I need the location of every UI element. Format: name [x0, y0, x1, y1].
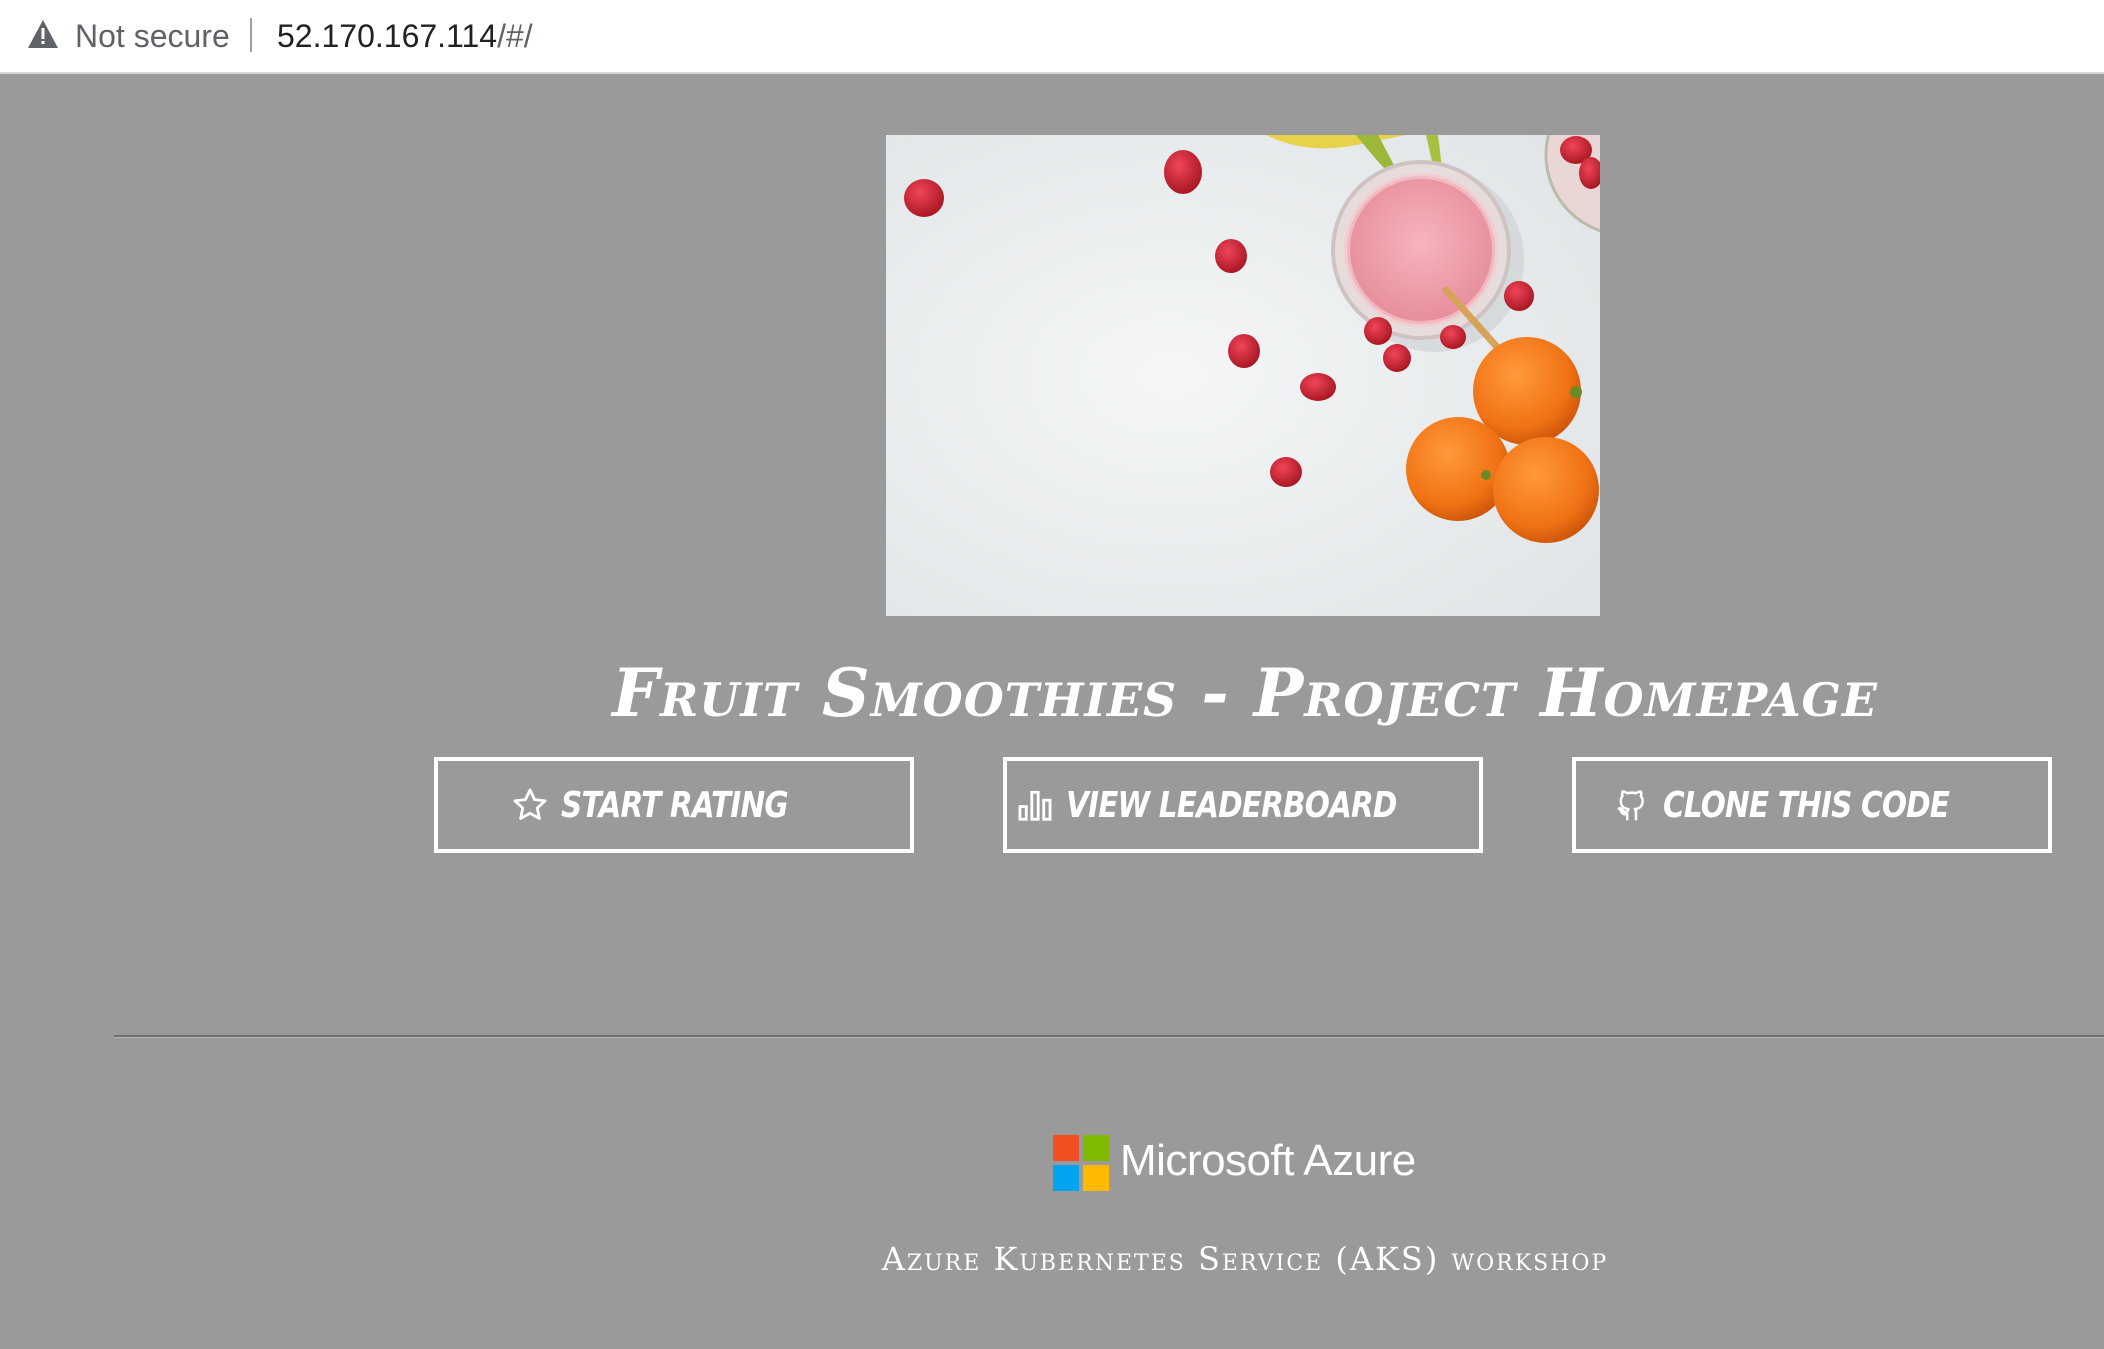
github-icon: [1617, 790, 1644, 821]
microsoft-logo-icon: [1053, 1135, 1109, 1191]
view-leaderboard-button[interactable]: View Leaderboard: [1003, 757, 1483, 853]
section-divider: [114, 1035, 2104, 1038]
workshop-subtitle: Azure Kubernetes Service (AKS) workshop: [881, 1240, 1609, 1278]
start-rating-label: Start Rating: [560, 784, 789, 826]
url-field[interactable]: 52.170.167.114/#/: [277, 16, 533, 56]
page-title: Fruit Smoothies - Project Homepage: [612, 654, 1878, 732]
hero-image: [886, 135, 1600, 616]
clone-code-label: Clone This Code: [1662, 784, 1950, 826]
bar-chart-icon: [1018, 790, 1052, 821]
star-icon: [513, 788, 547, 820]
browser-address-bar: Not secure 52.170.167.114/#/: [0, 0, 2104, 74]
view-leaderboard-label: View Leaderboard: [1066, 784, 1398, 826]
url-path: /#/: [497, 18, 533, 54]
url-host: 52.170.167.114: [277, 18, 498, 54]
warning-icon[interactable]: [26, 18, 60, 50]
start-rating-button[interactable]: Start Rating: [434, 757, 914, 853]
clone-code-button[interactable]: Clone This Code: [1572, 757, 2052, 853]
security-status-label[interactable]: Not secure: [75, 16, 230, 56]
address-separator: [250, 18, 252, 52]
azure-brand-text: Microsoft Azure: [1120, 1136, 1416, 1185]
